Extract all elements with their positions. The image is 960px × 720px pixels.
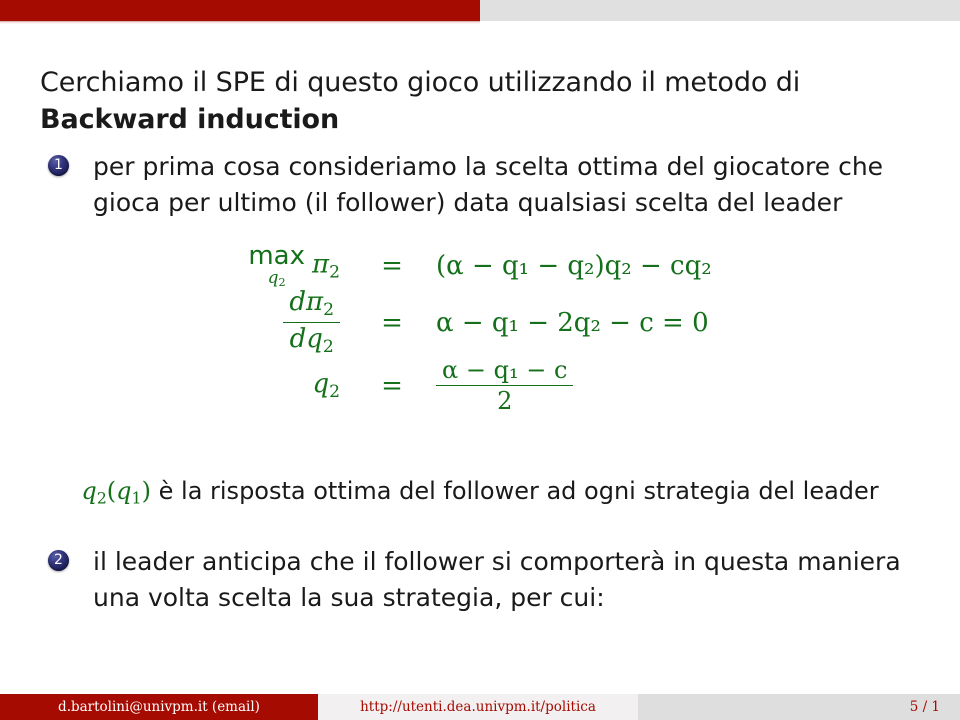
math-row-solution-relation: = <box>381 370 403 401</box>
slide-body: Cerchiamo il SPE di questo gioco utilizz… <box>0 21 960 685</box>
math-row-solution-rhs: α − q₁ − c 2 <box>422 355 712 415</box>
profit-subscript: 2 <box>329 262 341 283</box>
math-row-foc-relation: = <box>381 307 403 338</box>
slide-title: Cerchiamo il SPE di questo gioco utilizz… <box>40 64 925 138</box>
math-row-foc-rhs: α − q₁ − 2q₂ − c = 0 <box>436 307 709 338</box>
max-sub-index: 2 <box>278 276 286 290</box>
footer-page-number: 5 / 1 <box>638 694 960 720</box>
math-row-foc-lhs: dπ2 dq2 <box>248 288 362 356</box>
max-operator-subscript: q2 <box>248 268 305 290</box>
derivative-num-index: 2 <box>323 300 335 321</box>
solution-var-index: 2 <box>329 381 341 402</box>
slide-footer: d.bartolini@univpm.it (email) http://ute… <box>0 694 960 720</box>
br-paren-close: ) <box>141 477 151 505</box>
solution-denominator: 2 <box>436 385 574 414</box>
derivative-fraction: dπ2 dq2 <box>283 288 341 357</box>
math-display-block: max q2 π2 = (α − q₁ − q₂)q₂ − cq₂ dπ2 dq… <box>0 243 960 414</box>
br-arg-var: q <box>116 477 132 505</box>
profit-symbol: π <box>312 249 330 280</box>
slide-progress-bar <box>0 0 960 24</box>
br-arg-sub: 1 <box>131 488 142 508</box>
br-paren-open: ( <box>106 477 117 505</box>
max-sub-var: q <box>267 268 279 288</box>
math-row-objective-rhs: (α − q₁ − q₂)q₂ − cq₂ <box>436 250 712 281</box>
enumerated-item-2: 2 il leader anticipa che il follower si … <box>48 544 928 616</box>
math-row-objective-relation: = <box>381 250 403 281</box>
enumerate-marker-icon-1: 1 <box>48 155 69 176</box>
derivative-numerator: dπ2 <box>283 288 340 322</box>
slide-title-emphasis: Backward induction <box>40 104 340 135</box>
math-row-objective-lhs: max q2 π2 <box>248 243 362 288</box>
best-response-function-symbol: q2(q1) <box>81 477 151 508</box>
math-row-solution-lhs: q2 <box>248 357 362 415</box>
best-response-annotation-text: è la risposta ottima del follower ad ogn… <box>158 477 879 505</box>
footer-url-link[interactable]: http://utenti.dea.univpm.it/politica <box>318 694 638 720</box>
derivative-num-var: π <box>306 287 324 318</box>
math-row-foc: dπ2 dq2 = α − q₁ − 2q₂ − c = 0 <box>248 288 711 356</box>
math-row-solution: q2 = α − q₁ − c 2 <box>248 355 712 415</box>
br-prefix-var: q <box>81 477 97 505</box>
max-operator-label: max <box>248 241 305 271</box>
math-row-objective: max q2 π2 = (α − q₁ − q₂)q₂ − cq₂ <box>248 243 711 288</box>
best-response-annotation: q2(q1) è la risposta ottima del follower… <box>0 475 960 514</box>
solution-numerator: α − q₁ − c <box>442 355 568 384</box>
derivative-den-var: q <box>306 324 323 355</box>
math-aligned-table: max q2 π2 = (α − q₁ − q₂)q₂ − cq₂ dπ2 dq… <box>248 243 711 414</box>
derivative-den-d: d <box>289 324 307 355</box>
slide-title-lead: Cerchiamo il SPE di questo gioco utilizz… <box>40 67 801 98</box>
derivative-num-d: d <box>289 287 306 318</box>
derivative-den-index: 2 <box>322 336 334 357</box>
derivative-denominator: dq2 <box>283 322 341 357</box>
solution-var: q <box>312 369 330 400</box>
footer-spacer <box>0 685 960 694</box>
enumerated-item-1: 1 per prima cosa consideriamo la scelta … <box>48 149 928 221</box>
max-operator: max q2 <box>248 243 305 288</box>
enumerated-item-1-text: per prima cosa consideriamo la scelta ot… <box>93 152 884 217</box>
br-prefix-sub: 2 <box>96 488 107 508</box>
footer-author: d.bartolini@univpm.it (email) <box>0 694 318 720</box>
slide-progress-fill <box>0 0 480 21</box>
enumerate-marker-icon-2: 2 <box>48 550 69 571</box>
enumerated-item-2-text: il leader anticipa che il follower si co… <box>93 547 901 612</box>
solution-fraction: α − q₁ − c 2 <box>436 355 574 415</box>
